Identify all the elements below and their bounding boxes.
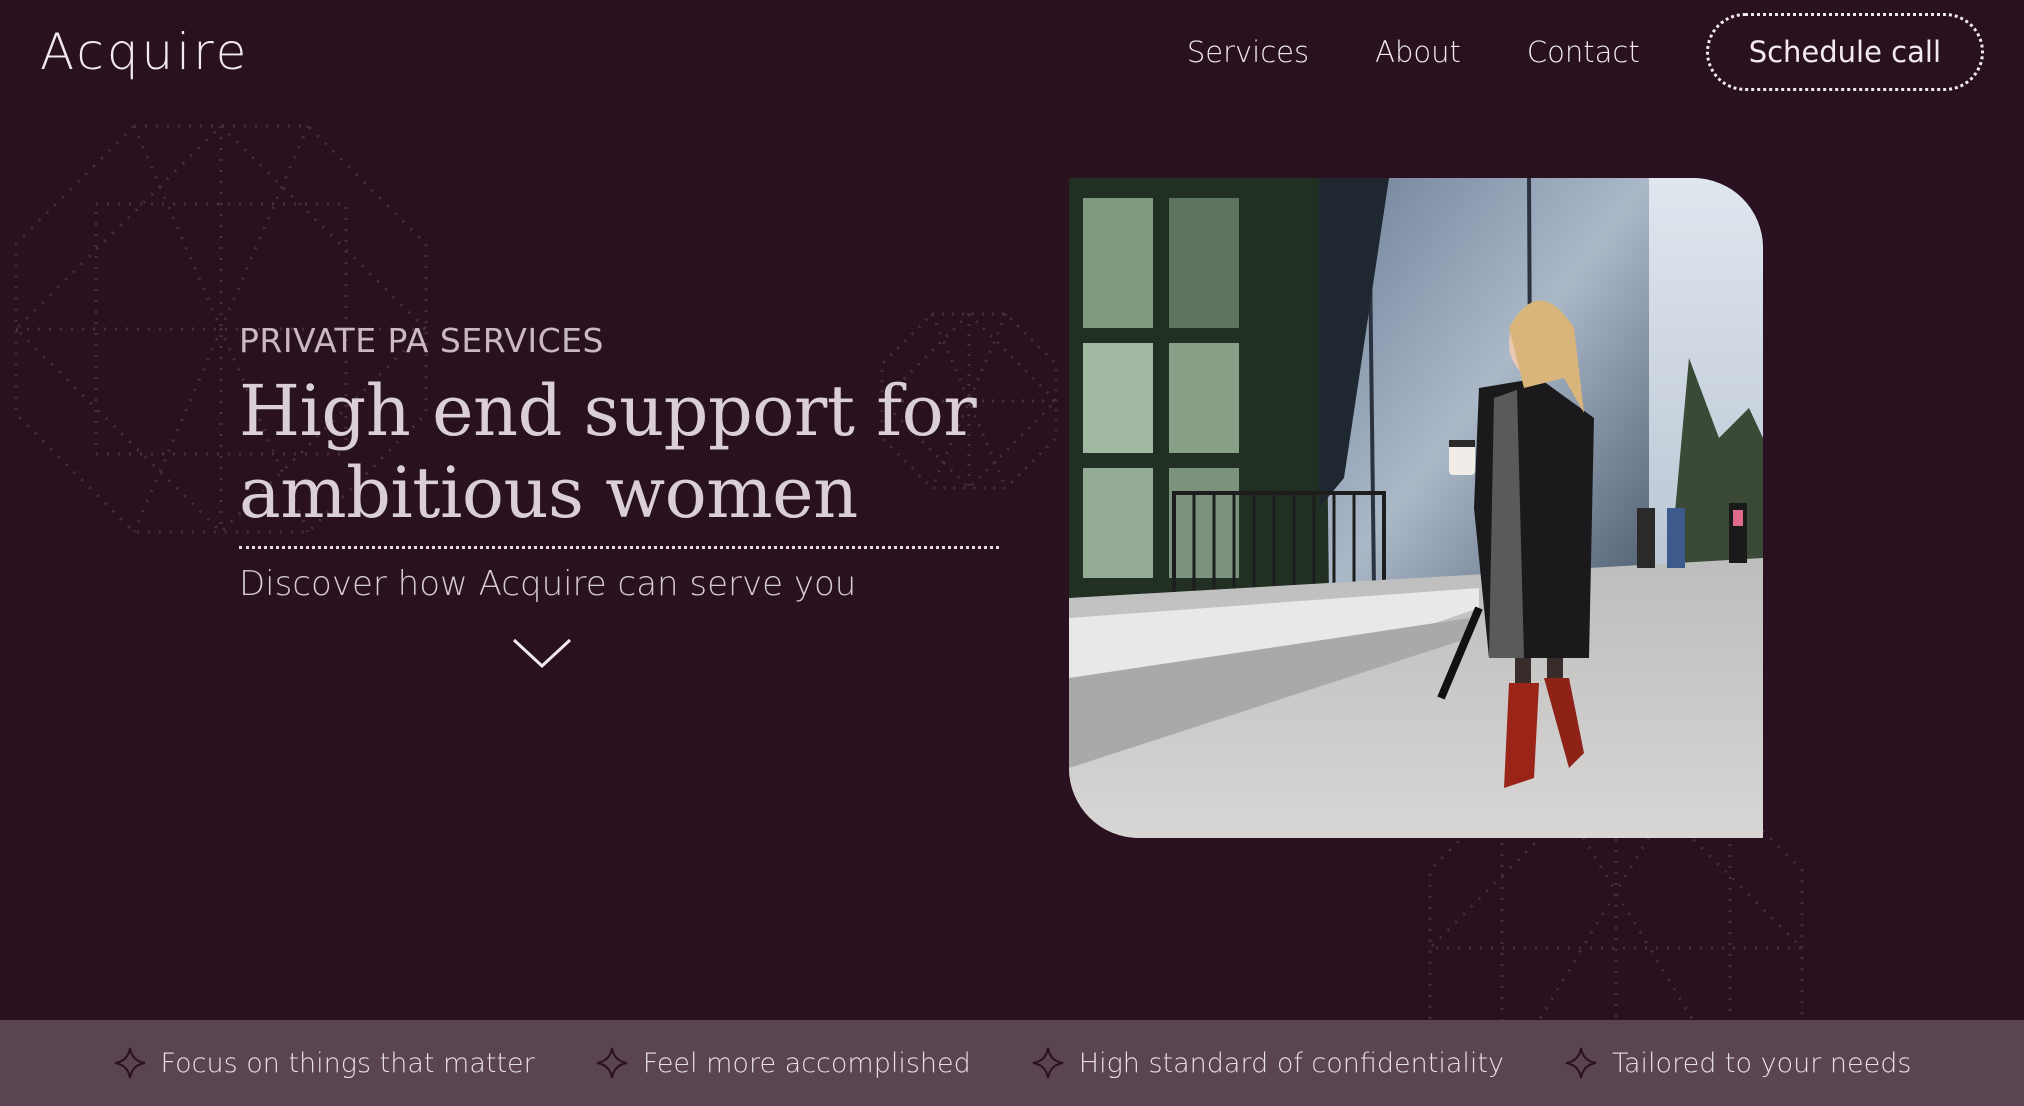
sparkle-icon	[1565, 1047, 1597, 1079]
sparkle-icon	[114, 1047, 145, 1079]
schedule-call-button[interactable]: Schedule call	[1705, 13, 1984, 91]
page: Acquire Services About Contact Schedule …	[0, 0, 2024, 1106]
main-nav: Services About Contact Schedule call	[1187, 13, 1984, 91]
hero-headline-line-1: High end support for	[239, 370, 977, 452]
hero-eyebrow: PRIVATE PA SERVICES	[239, 321, 604, 360]
sparkle-icon	[596, 1047, 627, 1079]
chevron-down-icon[interactable]	[512, 636, 572, 672]
benefit-label: High standard of confidentiality	[1078, 1047, 1504, 1079]
hero-headline: High end support for ambitious women	[239, 370, 999, 534]
nav-link-about[interactable]: About	[1375, 35, 1461, 69]
hero-subline: Discover how Acquire can serve you	[239, 564, 857, 604]
nav-link-contact[interactable]: Contact	[1527, 35, 1640, 69]
sparkle-icon	[1032, 1047, 1063, 1079]
benefit-label: Focus on things that matter	[160, 1047, 535, 1079]
benefit-label: Tailored to your needs	[1611, 1047, 1912, 1079]
hero-headline-line-2: ambitious women	[239, 452, 858, 534]
benefit-label: Feel more accomplished	[642, 1047, 971, 1079]
hero-image	[1069, 178, 1763, 838]
site-header: Acquire Services About Contact Schedule …	[0, 0, 2024, 104]
nav-link-services[interactable]: Services	[1187, 35, 1309, 69]
benefit-item: Feel more accomplished	[595, 1046, 971, 1080]
benefit-item: High standard of confidentiality	[1031, 1046, 1504, 1080]
benefit-item: Focus on things that matter	[113, 1046, 535, 1080]
dotted-divider	[239, 546, 999, 549]
hero-text-block: PRIVATE PA SERVICES High end support for…	[239, 318, 999, 607]
logo[interactable]: Acquire	[40, 24, 249, 80]
benefits-bar: Focus on things that matter Feel more ac…	[0, 1020, 2024, 1106]
benefit-item: Tailored to your needs	[1564, 1046, 1911, 1080]
